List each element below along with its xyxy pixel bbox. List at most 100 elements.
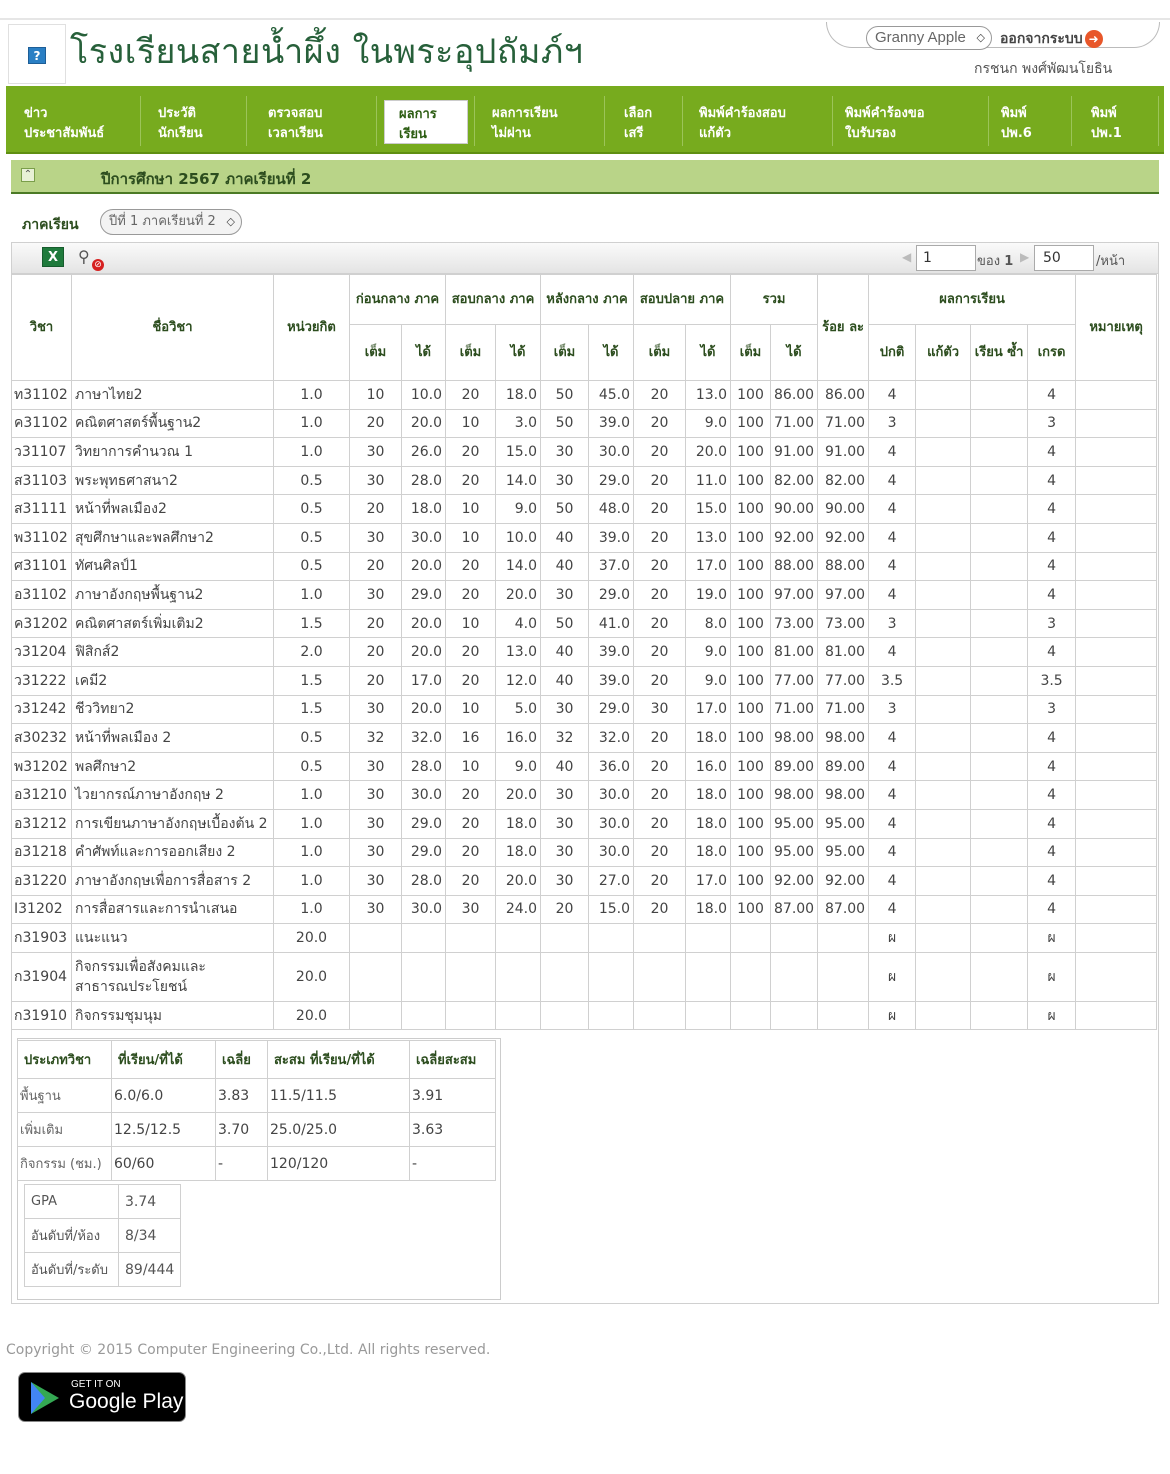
col-full[interactable]: เต็ม <box>349 324 402 381</box>
table-cell: 20 <box>633 608 686 639</box>
nav-item[interactable]: พิมพ์ ปพ.6 <box>1001 104 1032 144</box>
nav-item[interactable]: พิมพ์คำร้องสอบ แก้ตัว <box>699 104 786 144</box>
collapse-icon[interactable]: ⌃ <box>21 168 35 182</box>
nav-item[interactable]: ข่าว ประชาสัมพันธ์ <box>24 104 104 144</box>
table-cell: 40 <box>540 522 589 553</box>
summary-cell: เพิ่มเติม <box>17 1112 112 1147</box>
table-row[interactable]: ส31111 หน้าที่พลเมือง2 0.5 20 18.0 10 9.0 50 48.… <box>11 494 1158 524</box>
clear-filter-icon[interactable]: ⚲ ⊘ <box>78 247 104 271</box>
table-row[interactable]: ค31202 คณิตศาสตร์เพิ่มเติม2 1.5 20 20.0 10 4.0… <box>11 608 1158 639</box>
table-row[interactable]: ว31242 ชีววิทยา2 1.5 30 20.0 10 5.0 30 29.0 30 17.… <box>11 694 1158 725</box>
summary-cell: - <box>215 1146 268 1181</box>
table-cell: 0.5 <box>273 751 350 782</box>
table-cell: 3 <box>1027 608 1077 639</box>
table-row[interactable]: อ31212 การเขียนภาษาอังกฤษเบื้องต้น 2 1.0 30… <box>11 808 1158 839</box>
col-got[interactable]: ได้ <box>588 324 634 381</box>
semester-select[interactable]: ปีที่ 1 ภาคเรียนที่ 2 ◇ <box>100 209 242 235</box>
table-row[interactable]: ศ31101 ทัศนศิลป์1 0.5 20 20.0 20 14.0 40 37.0 20 1… <box>11 551 1158 582</box>
prev-page-icon[interactable]: ◀ <box>902 250 911 264</box>
table-row[interactable]: ท31102 ภาษาไทย2 1.0 10 10.0 20 18.0 50 45.0 20 13.… <box>11 380 1158 410</box>
badge-small-text: GET IT ON <box>71 1379 121 1390</box>
table-cell: 100 <box>730 723 771 753</box>
table-row[interactable]: ว31204 ฟิสิกส์2 2.0 20 20.0 20 13.0 40 39.0 20 9.0… <box>11 637 1158 667</box>
table-row[interactable]: ก31903 แนะแนว 20.0 ผ ผ <box>11 923 1158 953</box>
col-got[interactable]: ได้ <box>495 324 541 381</box>
table-row[interactable]: ก31904 กิจกรรมเพื่อสังคมและ สาธารณประโยชน… <box>11 951 1158 1002</box>
excel-export-icon[interactable]: X <box>42 247 64 267</box>
table-row[interactable]: อ31210 ไวยากรณ์ภาษาอังกฤษ 2 1.0 30 30.0 20 20.… <box>11 780 1158 810</box>
nav-item[interactable]: ผลการเรียน ไม่ผ่าน <box>492 104 558 144</box>
next-page-icon[interactable]: ▶ <box>1020 250 1029 264</box>
col-percent[interactable]: ร้อย ละ <box>817 274 870 381</box>
table-cell: 18.0 <box>685 808 731 839</box>
logout-button[interactable]: ออกจากระบบ ➜ <box>1000 28 1103 50</box>
col-normal[interactable]: ปกติ <box>868 324 917 381</box>
table-cell: 20 <box>633 551 686 582</box>
table-cell: 4 <box>868 866 917 896</box>
table-row[interactable]: ว31222 เคมี2 1.5 20 17.0 20 12.0 40 39.0 20 9.0 100… <box>11 665 1158 696</box>
col-final: สอบปลาย ภาค <box>633 274 731 325</box>
table-row[interactable]: พ31102 สุขศึกษาและพลศึกษา2 0.5 30 30.0 10 10.0… <box>11 522 1158 553</box>
col-got[interactable]: ได้ <box>401 324 446 381</box>
help-icon[interactable]: ? <box>28 47 46 64</box>
summary-cell: 25.0/25.0 <box>267 1112 410 1147</box>
table-cell: 100 <box>730 751 771 782</box>
table-cell <box>685 923 731 953</box>
table-cell: 30 <box>540 866 589 896</box>
per-page-input[interactable]: 50 <box>1034 245 1094 271</box>
nav-item[interactable]: เลือก เสรี <box>624 104 652 144</box>
col-got[interactable]: ได้ <box>685 324 731 381</box>
table-row[interactable]: อ31218 คำศัพท์และการออกเสียง 2 1.0 30 29.0 20… <box>11 837 1158 868</box>
theme-select[interactable]: Granny Apple ◇ <box>866 26 992 50</box>
table-cell: 30 <box>540 437 589 467</box>
col-fix[interactable]: แก้ตัว <box>915 324 972 381</box>
col-full[interactable]: เต็ม <box>445 324 496 381</box>
col-grade[interactable]: เกรด <box>1027 324 1077 381</box>
table-cell: I31202 <box>11 894 72 925</box>
table-row[interactable]: ค31102 คณิตศาสตร์พื้นฐาน2 1.0 20 20.0 10 3.0 50… <box>11 408 1158 439</box>
table-cell: 92.00 <box>769 866 819 896</box>
col-credit[interactable]: หน่วยกิต <box>273 274 350 381</box>
table-cell: 30 <box>540 808 589 839</box>
summary-header: สะสม ที่เรียน/ที่ได้ <box>267 1040 410 1079</box>
nav-item[interactable]: ตรวจสอบ เวลาเรียน <box>268 104 323 144</box>
table-row[interactable]: อ31220 ภาษาอังกฤษเพื่อการสื่อสาร 2 1.0 30 28… <box>11 866 1158 896</box>
summary-cell: 12.5/12.5 <box>111 1112 216 1147</box>
table-cell <box>1075 894 1158 925</box>
col-full[interactable]: เต็ม <box>730 324 771 381</box>
table-cell: 30.0 <box>401 522 446 553</box>
col-repeat[interactable]: เรียน ซ้ำ <box>970 324 1029 381</box>
col-name[interactable]: ชื่อวิชา <box>71 274 274 381</box>
table-row[interactable]: พ31202 พลศึกษา2 0.5 30 28.0 10 9.0 40 36.0 20 16.0… <box>11 751 1158 782</box>
col-full[interactable]: เต็ม <box>633 324 686 381</box>
main-nav: ข่าว ประชาสัมพันธ์ ประวัติ นักเรียน ตรวจสอบเ… <box>6 86 1164 154</box>
col-remark[interactable]: หมายเหตุ <box>1075 274 1158 381</box>
page-input[interactable]: 1 <box>916 245 976 271</box>
table-cell: 30 <box>349 780 402 810</box>
table-cell: 4 <box>868 837 917 868</box>
google-play-badge[interactable]: GET IT ON Google Play <box>18 1372 186 1422</box>
col-code[interactable]: วิชา <box>11 274 72 381</box>
table-cell: 1.0 <box>273 780 350 810</box>
nav-item[interactable]: ประวัติ นักเรียน <box>158 104 203 144</box>
table-cell: 4 <box>868 894 917 925</box>
col-got[interactable]: ได้ <box>769 324 819 381</box>
nav-item[interactable]: พิมพ์คำร้องขอ ใบรับรอง <box>845 104 925 144</box>
table-cell: 20 <box>633 723 686 753</box>
table-row[interactable]: I31202 การสื่อสารและการนำเสนอ 1.0 30 30.0 30 2… <box>11 894 1158 925</box>
table-cell: 4 <box>1027 894 1077 925</box>
table-cell: 19.0 <box>685 580 731 610</box>
table-cell <box>915 1000 972 1031</box>
col-full[interactable]: เต็ม <box>540 324 589 381</box>
table-row[interactable]: ส31103 พระพุทธศาสนา2 0.5 30 28.0 20 14.0 30 29.0… <box>11 465 1158 496</box>
table-row[interactable]: ก31910 กิจกรรมชุมนุม 20.0 ผ ผ <box>11 1000 1158 1031</box>
table-cell: ไวยากรณ์ภาษาอังกฤษ 2 <box>71 780 274 810</box>
table-cell: 50 <box>540 608 589 639</box>
nav-item[interactable]: พิมพ์ ปพ.1 <box>1091 104 1122 144</box>
table-cell <box>1075 551 1158 582</box>
table-row[interactable]: ส30232 หน้าที่พลเมือง 2 0.5 32 32.0 16 16.0 32 3… <box>11 723 1158 753</box>
table-row[interactable]: อ31102 ภาษาอังกฤษพื้นฐาน2 1.0 30 29.0 20 20.0 3… <box>11 580 1158 610</box>
grid-toolbar: X ⚲ ⊘ ◀ 1 ของ 1 ▶ 50 /หน้า <box>11 242 1159 274</box>
table-row[interactable]: ว31107 วิทยาการคำนวณ 1 1.0 30 26.0 20 15.0 30 30… <box>11 437 1158 467</box>
nav-item-results[interactable]: ผลการ เรียน <box>384 100 468 144</box>
